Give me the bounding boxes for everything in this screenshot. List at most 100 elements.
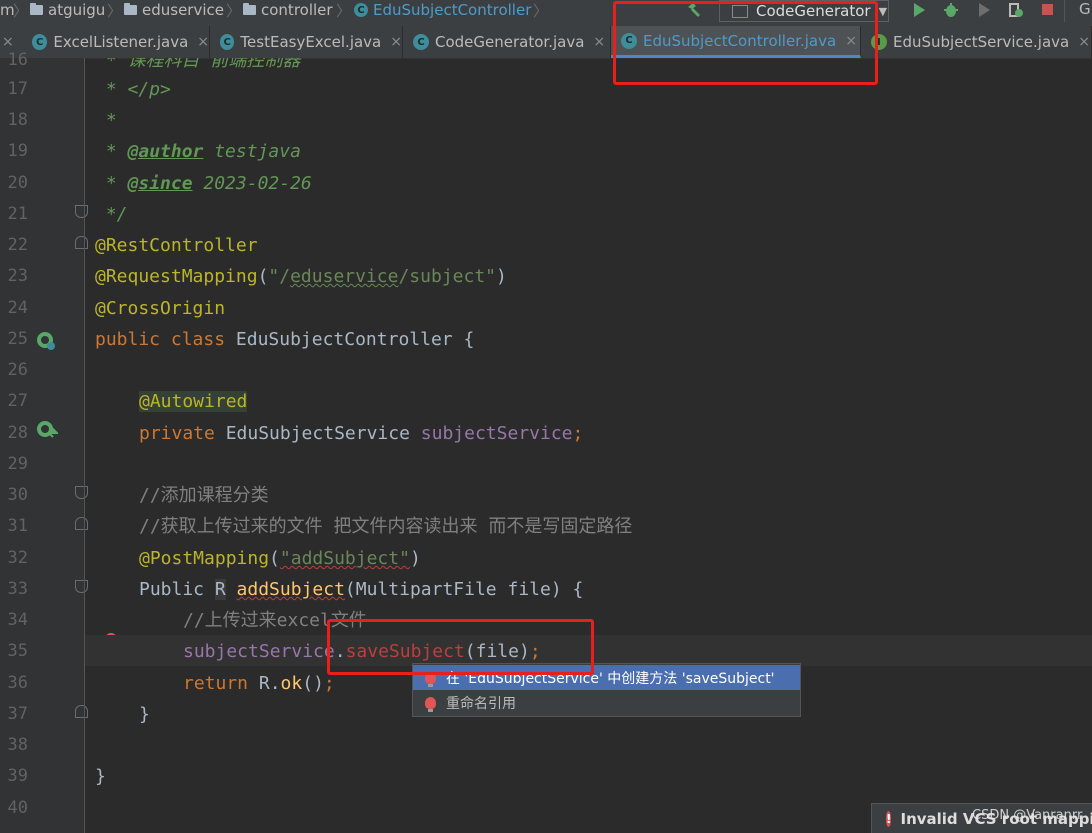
- config-icon: [732, 4, 748, 18]
- quick-fix-popup: 在 'EduSubjectService' 中创建方法 'saveSubject…: [412, 663, 801, 717]
- chevron-down-icon: ▼: [878, 4, 888, 18]
- paren: ): [409, 548, 421, 569]
- breadcrumb-atguigu[interactable]: atguigu: [30, 0, 105, 20]
- line-number: 24: [7, 298, 28, 318]
- type-name: Public: [139, 579, 215, 600]
- breadcrumb-label: controller: [261, 1, 333, 19]
- close-icon[interactable]: ×: [390, 34, 402, 50]
- vcs-label[interactable]: G: [1079, 0, 1091, 18]
- line-number: 20: [7, 173, 28, 193]
- class-name: EduSubjectController {: [235, 329, 475, 350]
- line-number: 32: [7, 548, 28, 568]
- tab-label: TestEasyExcel.java: [240, 33, 382, 51]
- tab-edu-subject-controller[interactable]: C EduSubjectController.java ×: [611, 26, 861, 58]
- doc-tag: @since: [127, 173, 193, 194]
- method-name: addSubject: [236, 579, 345, 600]
- keyword: public class: [95, 329, 236, 350]
- code-line-36: return R.ok();: [183, 673, 335, 695]
- folder-icon: [124, 3, 137, 15]
- close-icon[interactable]: ×: [2, 34, 14, 50]
- breadcrumb-eduservice[interactable]: eduservice: [124, 0, 224, 20]
- code-line-23: @RequestMapping("/eduservice/subject"): [95, 266, 507, 288]
- run-coverage-icon[interactable]: [976, 2, 992, 18]
- string-literal: "/: [268, 266, 291, 287]
- spring-bean-icon[interactable]: [36, 331, 56, 351]
- paren: ): [496, 266, 507, 287]
- field-name: subjectService: [183, 641, 335, 662]
- editor-tab-bar: × C ExcelListener.java × C TestEasyExcel…: [0, 26, 1092, 59]
- line-number: 16: [7, 50, 28, 70]
- interface-icon: I: [871, 34, 887, 50]
- code-line-34: //上传过来excel文件: [183, 610, 367, 631]
- tab-label: EduSubjectController.java: [643, 31, 837, 50]
- profile-icon[interactable]: [1008, 2, 1024, 18]
- breadcrumb-separator-icon: 〉: [107, 2, 123, 20]
- line-number: 21: [7, 204, 28, 224]
- code-line-31: //获取上传过来的文件 把文件内容读出来 而不是写固定路径: [139, 516, 633, 537]
- line-number: 19: [7, 141, 28, 161]
- tab-test-easy-excel[interactable]: C TestEasyExcel.java ×: [210, 26, 403, 58]
- create-method-action[interactable]: 在 'EduSubjectService' 中创建方法 'saveSubject…: [413, 665, 800, 690]
- line-number: 26: [7, 360, 28, 380]
- tab-edu-subject-service[interactable]: I EduSubjectService.java ×: [861, 26, 1092, 58]
- close-icon[interactable]: ×: [845, 33, 857, 49]
- close-icon[interactable]: ×: [1078, 34, 1090, 50]
- doc-text: *: [95, 173, 128, 194]
- doc-text: testjava: [203, 141, 301, 162]
- editor-gutter[interactable]: 16 17 18 19 20 21 22 23 24 25 26 27 28 2…: [0, 50, 117, 833]
- watermark: CSDN @Vanranrr: [972, 808, 1083, 823]
- line-number: 34: [7, 610, 28, 630]
- line-number: 31: [7, 516, 28, 536]
- line-number: 40: [7, 798, 28, 818]
- line-number: 39: [7, 766, 28, 786]
- code-line-27: @Autowired: [139, 391, 248, 413]
- annotation-name: @PostMapping: [139, 548, 270, 569]
- rename-reference-action[interactable]: 重命名引用: [413, 690, 800, 715]
- breadcrumb-separator-icon: 〉: [336, 2, 352, 20]
- action-label: 重命名引用: [446, 695, 516, 712]
- keyword: return: [183, 673, 259, 694]
- close-icon[interactable]: ×: [197, 34, 209, 50]
- breadcrumb-label: eduservice: [142, 1, 224, 19]
- code-line-22: @RestController: [95, 235, 258, 256]
- error-icon: !: [886, 810, 892, 827]
- close-icon[interactable]: ×: [593, 34, 605, 50]
- string-literal-typo: eduservice: [290, 266, 399, 287]
- tab-label: ExcelListener.java: [53, 33, 189, 51]
- autowired-navigate-icon[interactable]: [36, 420, 58, 440]
- code-line-24: @CrossOrigin: [95, 298, 226, 319]
- semicolon: ;: [572, 423, 584, 444]
- breadcrumb-class[interactable]: C EduSubjectController: [354, 0, 531, 20]
- class-ref: R.: [258, 673, 281, 694]
- build-hammer-icon[interactable]: [686, 2, 702, 18]
- annotation-name: @RequestMapping: [95, 266, 258, 287]
- code-line-21: */: [95, 204, 128, 225]
- navigation-bar: m 〉 atguigu 〉 eduservice 〉 controller 〉 …: [0, 0, 1092, 26]
- type-name-highlight: R: [214, 579, 226, 600]
- field-name: subjectService: [420, 423, 573, 444]
- code-line-17: * </p>: [95, 79, 171, 100]
- code-line-28: private EduSubjectService subjectService…: [139, 423, 583, 445]
- run-configuration-select[interactable]: CodeGenerator ▼: [719, 0, 889, 22]
- line-number: 23: [7, 266, 28, 286]
- breadcrumb-controller[interactable]: controller: [243, 0, 333, 20]
- code-line-35: subjectService.saveSubject(file);: [183, 641, 541, 663]
- class-icon: C: [621, 32, 637, 49]
- breadcrumb-separator-icon: 〉: [226, 2, 242, 20]
- stop-icon[interactable]: [1040, 2, 1056, 18]
- line-number: 38: [7, 735, 28, 755]
- tab-excel-listener[interactable]: C ExcelListener.java ×: [22, 26, 210, 58]
- class-icon: C: [413, 34, 429, 50]
- line-number: 35: [7, 641, 28, 661]
- debug-icon[interactable]: [943, 2, 959, 18]
- run-config-label: CodeGenerator: [756, 2, 871, 20]
- tab-code-generator[interactable]: C CodeGenerator.java ×: [403, 26, 611, 58]
- code-line-25: public class EduSubjectController {: [95, 329, 474, 351]
- code-line-18: *: [95, 110, 117, 131]
- run-icon[interactable]: [911, 2, 927, 18]
- unresolved-method: saveSubject: [345, 641, 465, 662]
- keyword: private: [139, 423, 226, 444]
- class-icon: C: [32, 34, 48, 50]
- class-icon: C: [354, 3, 368, 17]
- line-number: 17: [7, 79, 28, 99]
